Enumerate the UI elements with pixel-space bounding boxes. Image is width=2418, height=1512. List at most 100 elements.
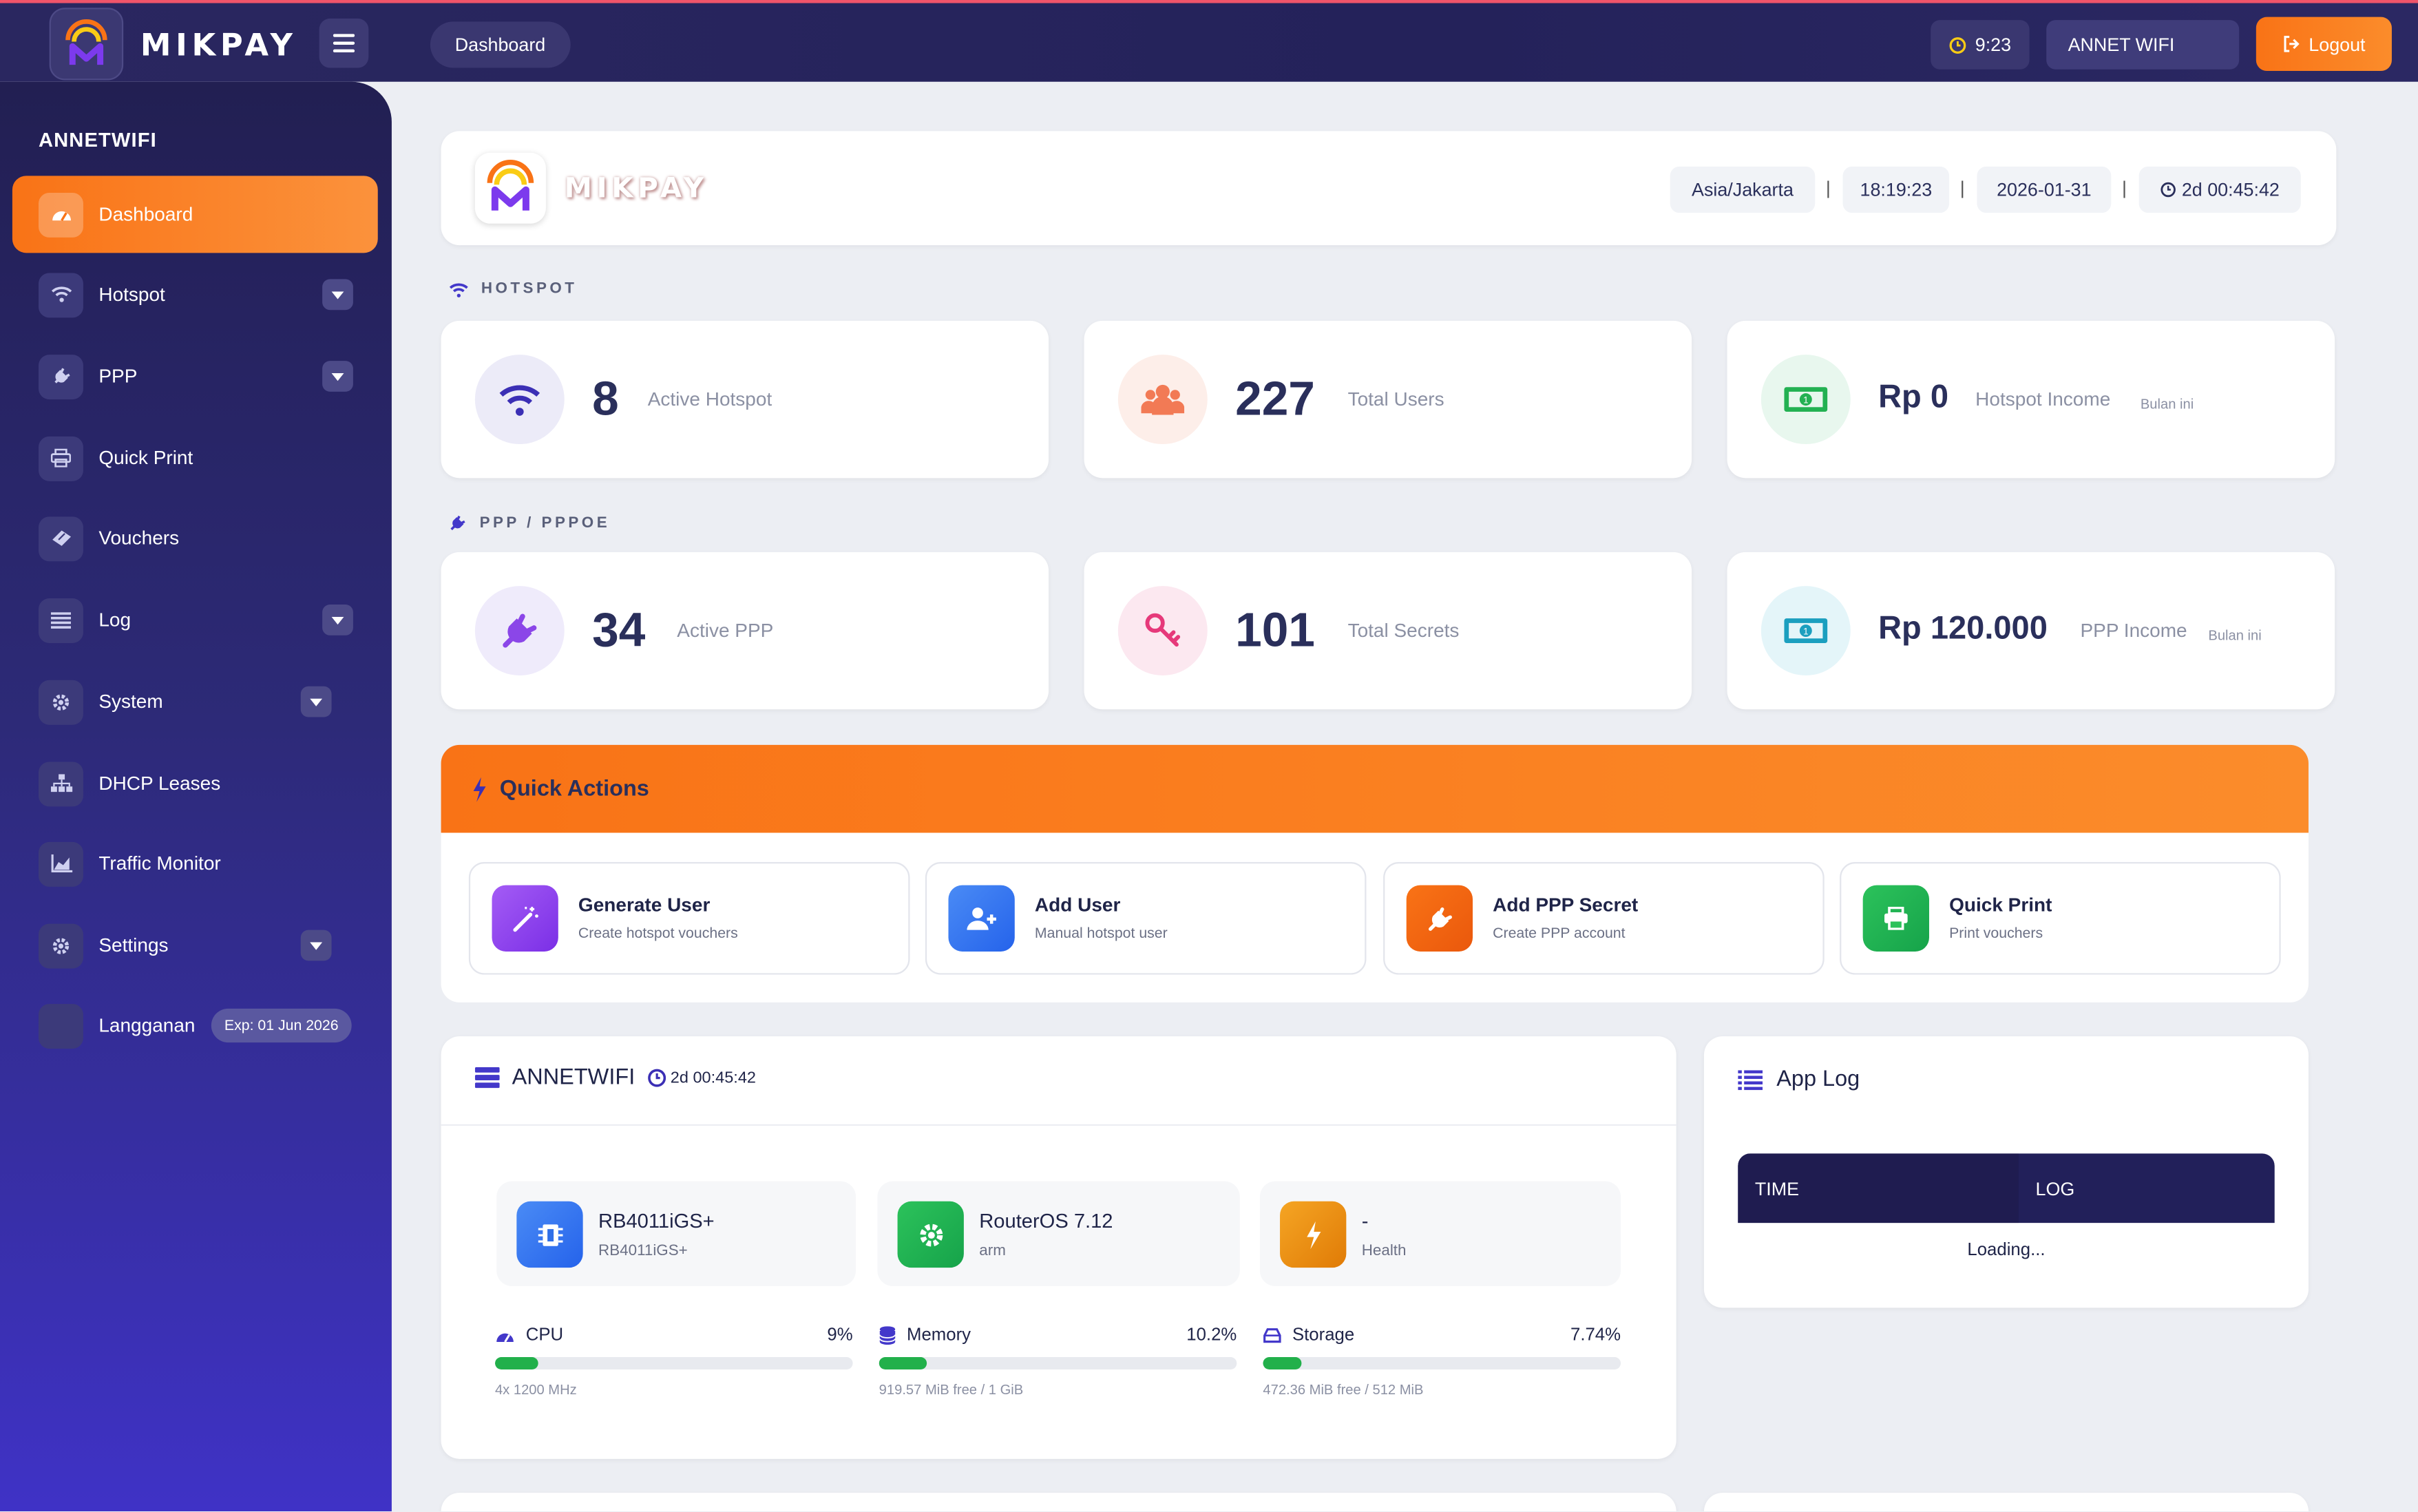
stat-label: PPP Income: [2080, 620, 2187, 642]
key-icon: [1117, 586, 1208, 676]
system-info-card: ANNETWIFI 2d 00:45:42 RB4011iGS+ RB4011i…: [441, 1036, 1676, 1459]
gear-icon: [38, 679, 83, 724]
sidebar-item-traffic-monitor[interactable]: Traffic Monitor: [12, 825, 378, 902]
breadcrumb[interactable]: Dashboard: [430, 21, 571, 68]
users-icon: [1117, 355, 1208, 445]
menu-toggle-button[interactable]: [319, 18, 369, 68]
sidebar-item-vouchers[interactable]: Vouchers: [12, 500, 378, 577]
separator: |: [1959, 177, 1965, 199]
stat-card-ppp-income[interactable]: 1 Rp 120.000 PPP Income Bulan ini: [1727, 552, 2335, 710]
storage-icon: [1263, 1328, 1281, 1343]
plug-icon: [474, 586, 565, 676]
hamburger-icon: [333, 34, 355, 53]
next-card: [441, 1493, 1676, 1512]
quick-action-title: Add User: [1034, 894, 1121, 916]
quick-action-subtitle: Manual hotspot user: [1034, 925, 1168, 943]
sidebar-item-dhcp-leases[interactable]: DHCP Leases: [12, 745, 378, 822]
quick-action-add-user[interactable]: Add User Manual hotspot user: [925, 862, 1367, 975]
sidebar-item-hotspot[interactable]: Hotspot: [12, 256, 378, 333]
uptime-pill: 2d 00:45:42: [2138, 166, 2301, 213]
system-tile-subtitle: arm: [979, 1243, 1006, 1260]
wifi-icon: [38, 272, 83, 317]
quick-action-title: Add PPP Secret: [1493, 894, 1639, 916]
plug-icon: [38, 354, 83, 399]
cpu-icon: [496, 1332, 514, 1342]
header-logo: [474, 152, 546, 224]
memory-progress-fill: [879, 1357, 927, 1369]
quick-action-subtitle: Create hotspot vouchers: [578, 925, 738, 943]
stat-card-total-secrets[interactable]: 101 Total Secrets: [1084, 552, 1692, 710]
mikpay-logo-icon: [487, 160, 534, 211]
gear-icon: [897, 1201, 964, 1268]
clock-pill: 18:19:23: [1842, 166, 1950, 213]
quick-action-add-ppp-secret[interactable]: Add PPP Secret Create PPP account: [1383, 862, 1825, 975]
clock-icon: [647, 1069, 666, 1087]
app-logo[interactable]: [49, 8, 124, 81]
quick-action-quick-print[interactable]: Quick Print Print vouchers: [1840, 862, 2281, 975]
sidebar-item-label: Log: [98, 609, 132, 631]
plug-icon: [450, 515, 465, 531]
sidebar-item-label: Hotspot: [98, 284, 165, 306]
cpu-progress-fill: [494, 1357, 538, 1369]
gear-icon: [38, 923, 83, 968]
printer-icon: [38, 435, 83, 481]
chevron-down-icon[interactable]: [322, 605, 353, 636]
system-tile-board: RB4011iGS+ RB4011iGS+: [496, 1181, 856, 1286]
stat-card-active-hotspot[interactable]: 8 Active Hotspot: [441, 320, 1049, 479]
column-header-log[interactable]: LOG: [2019, 1153, 2275, 1223]
money-icon: 1: [1760, 355, 1851, 445]
meter-value: 9%: [827, 1326, 853, 1345]
stat-card-hotspot-income[interactable]: 1 Rp 0 Hotspot Income Bulan ini: [1727, 320, 2335, 479]
router-selector[interactable]: ANNET WIFI: [2046, 20, 2240, 70]
stat-card-total-users[interactable]: 227 Total Users: [1084, 320, 1692, 479]
network-icon: [38, 761, 83, 806]
chevron-down-icon[interactable]: [300, 930, 332, 961]
system-card-title: ANNETWIFI: [512, 1065, 635, 1091]
quick-actions-header: Quick Actions: [441, 744, 2309, 833]
bolt-icon: [473, 776, 486, 801]
date-pill: 2026-01-31: [1977, 166, 2112, 213]
logout-button[interactable]: Logout: [2256, 17, 2392, 72]
quick-action-title: Generate User: [578, 894, 711, 916]
logout-icon: [2284, 36, 2300, 52]
hotspot-section-label: HOTSPOT: [449, 280, 578, 298]
chevron-down-icon[interactable]: [322, 279, 353, 311]
chevron-down-icon[interactable]: [322, 361, 353, 392]
sidebar-item-ppp[interactable]: PPP: [12, 338, 378, 415]
quick-action-generate-user[interactable]: Generate User Create hotspot vouchers: [468, 862, 910, 975]
meter-label: Storage: [1292, 1326, 1355, 1345]
section-label-text: HOTSPOT: [481, 280, 578, 298]
stat-value: 34: [592, 602, 646, 658]
sidebar-item-label: Vouchers: [98, 527, 180, 549]
sidebar-item-label: System: [98, 691, 163, 713]
column-header-time[interactable]: TIME: [1738, 1153, 2019, 1224]
stat-value: 101: [1235, 602, 1315, 658]
separator: |: [2121, 177, 2127, 199]
stat-sublabel: Bulan ini: [2140, 396, 2194, 412]
sidebar-item-label: DHCP Leases: [98, 773, 221, 795]
stat-card-active-ppp[interactable]: 34 Active PPP: [441, 552, 1049, 710]
dashboard-icon: [38, 191, 83, 237]
system-tile-os: RouterOS 7.12 arm: [877, 1181, 1240, 1286]
list-icon: [38, 597, 83, 642]
list-icon: [1738, 1069, 1763, 1089]
quick-actions-title: Quick Actions: [499, 776, 649, 801]
chevron-down-icon[interactable]: [300, 686, 332, 717]
sidebar-item-label: Dashboard: [98, 203, 193, 226]
sidebar-item-settings[interactable]: Settings: [12, 907, 378, 984]
plug-icon: [1406, 885, 1473, 952]
sidebar-item-label: PPP: [98, 365, 138, 388]
top-bar: MIKPAY Dashboard 9:23 ANNET WIFI Logout: [0, 0, 2418, 82]
sidebar-item-label: Quick Print: [98, 447, 193, 469]
clock-icon: [2160, 182, 2176, 198]
sidebar-item-system[interactable]: System: [12, 663, 378, 740]
sidebar-item-log[interactable]: Log: [12, 581, 378, 658]
meter-value: 10.2%: [1186, 1326, 1237, 1345]
quick-action-title: Quick Print: [1949, 894, 2052, 916]
chip-icon: [516, 1201, 583, 1268]
server-icon: [474, 1067, 500, 1089]
sidebar-item-quick-print[interactable]: Quick Print: [12, 419, 378, 496]
sidebar-item-dashboard[interactable]: Dashboard: [12, 176, 378, 253]
user-plus-icon: [948, 885, 1015, 952]
stat-value: Rp 0: [1878, 379, 1949, 415]
